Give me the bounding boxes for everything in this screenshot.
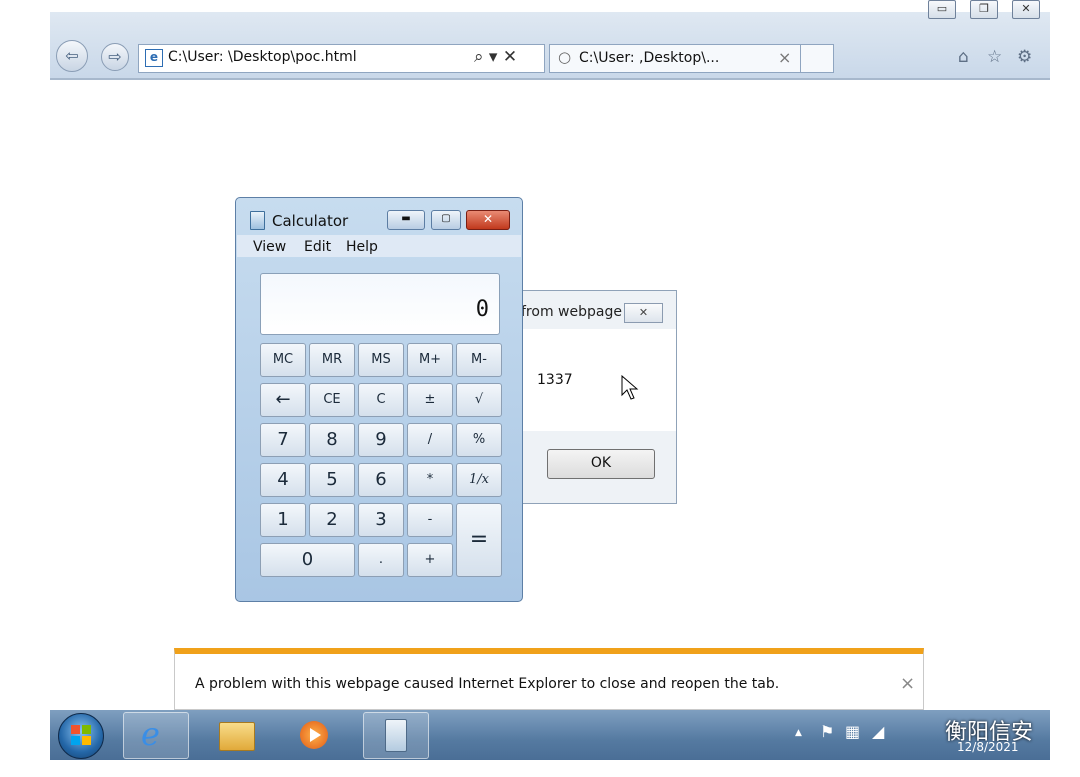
restore-button[interactable]: ❐ xyxy=(970,0,998,19)
ce-button[interactable]: CE xyxy=(309,383,355,417)
tab-active[interactable]: ○ C:\User: ,Desktop\... × xyxy=(549,44,801,73)
plus-minus-button[interactable]: ± xyxy=(407,383,453,417)
network-icon[interactable]: ▦ xyxy=(845,722,860,741)
digit-1-button[interactable]: 1 xyxy=(260,503,306,537)
toolbar-divider xyxy=(50,78,1050,80)
equals-button[interactable]: = xyxy=(456,503,502,577)
calculator-window: Calculator ▬ ▢ ✕ View Edit Help 0 MC MR … xyxy=(235,197,523,602)
digit-7-button[interactable]: 7 xyxy=(260,423,306,457)
plus-button[interactable]: + xyxy=(407,543,453,577)
mc-button[interactable]: MC xyxy=(260,343,306,377)
calculator-close-button[interactable]: ✕ xyxy=(466,210,510,230)
address-bar[interactable]: e C:\User: \Desktop\poc.html ⌕ ▾ ✕ xyxy=(138,44,545,73)
percent-button[interactable]: % xyxy=(456,423,502,457)
clock-date[interactable]: 12/8/2021 xyxy=(957,740,1019,754)
dialog-title: from webpage xyxy=(521,304,622,320)
forward-arrow-icon: ⇨ xyxy=(108,47,122,66)
digit-2-button[interactable]: 2 xyxy=(309,503,355,537)
loading-icon: ○ xyxy=(558,48,572,66)
restore-icon: ❐ xyxy=(979,2,989,15)
calculator-app-icon xyxy=(250,211,265,230)
tools-gear-icon[interactable]: ⚙ xyxy=(1017,47,1032,67)
close-icon: ✕ xyxy=(482,212,494,226)
display-value: 0 xyxy=(475,297,489,322)
tray-expand-arrow[interactable]: ▲ xyxy=(795,728,802,738)
menu-edit[interactable]: Edit xyxy=(304,239,331,255)
dialog-body: 1337 xyxy=(513,329,676,431)
maximize-icon: ▢ xyxy=(441,213,451,224)
minimize-icon: ▬ xyxy=(401,213,411,224)
close-window-button[interactable]: ✕ xyxy=(1012,0,1040,19)
digit-9-button[interactable]: 9 xyxy=(358,423,404,457)
digit-0-button[interactable]: 0 xyxy=(260,543,355,577)
message-dialog: from webpage ✕ 1337 OK xyxy=(512,290,677,504)
ok-button[interactable]: OK xyxy=(547,449,655,479)
new-tab-button[interactable] xyxy=(800,44,834,73)
internet-explorer-icon[interactable]: e xyxy=(123,712,189,759)
ms-button[interactable]: MS xyxy=(358,343,404,377)
calculator-display: 0 xyxy=(260,273,500,335)
calculator-menubar: View Edit Help xyxy=(237,235,521,257)
reciprocal-button[interactable]: 1/x xyxy=(456,463,502,497)
forward-button[interactable]: ⇨ xyxy=(101,43,129,71)
digit-8-button[interactable]: 8 xyxy=(309,423,355,457)
start-orb-icon[interactable] xyxy=(58,713,104,759)
m-plus-button[interactable]: M+ xyxy=(407,343,453,377)
page-icon: e xyxy=(145,49,163,67)
address-text: C:\User: \Desktop\poc.html xyxy=(168,49,357,65)
digit-5-button[interactable]: 5 xyxy=(309,463,355,497)
m-minus-button[interactable]: M- xyxy=(456,343,502,377)
tab-title: C:\User: ,Desktop\... xyxy=(579,50,720,66)
close-icon: ✕ xyxy=(1021,2,1031,15)
decimal-button[interactable]: . xyxy=(358,543,404,577)
back-button[interactable]: ⇦ xyxy=(56,40,88,72)
dialog-close-button[interactable]: ✕ xyxy=(624,303,663,323)
backspace-button[interactable]: ← xyxy=(260,383,306,417)
home-icon[interactable]: ⌂ xyxy=(958,47,969,67)
file-explorer-icon[interactable] xyxy=(203,712,267,757)
tab-close-button[interactable]: × xyxy=(778,48,791,67)
menu-view[interactable]: View xyxy=(253,239,286,255)
notification-bar: A problem with this webpage caused Inter… xyxy=(174,648,924,710)
minimize-button[interactable]: ▭ xyxy=(928,0,956,19)
multiply-button[interactable]: * xyxy=(407,463,453,497)
calculator-icon[interactable] xyxy=(363,712,429,759)
volume-icon[interactable]: ◢ xyxy=(872,722,884,741)
notification-text: A problem with this webpage caused Inter… xyxy=(195,676,780,692)
mr-button[interactable]: MR xyxy=(309,343,355,377)
calculator-title: Calculator xyxy=(272,212,349,230)
dialog-message: 1337 xyxy=(537,372,573,388)
action-center-flag-icon[interactable]: ⚑ xyxy=(820,722,834,741)
calculator-maximize-button[interactable]: ▢ xyxy=(431,210,461,230)
minus-button[interactable]: - xyxy=(407,503,453,537)
digit-4-button[interactable]: 4 xyxy=(260,463,306,497)
digit-6-button[interactable]: 6 xyxy=(358,463,404,497)
minimize-icon: ▭ xyxy=(936,2,948,15)
favorites-star-icon[interactable]: ☆ xyxy=(987,47,1002,67)
c-button[interactable]: C xyxy=(358,383,404,417)
search-refresh-stop-controls[interactable]: ⌕ ▾ ✕ xyxy=(474,47,517,67)
media-player-icon[interactable] xyxy=(283,712,347,757)
back-arrow-icon: ⇦ xyxy=(65,46,79,65)
notification-close-button[interactable]: × xyxy=(900,673,915,694)
sqrt-button[interactable]: √ xyxy=(456,383,502,417)
divide-button[interactable]: / xyxy=(407,423,453,457)
calculator-minimize-button[interactable]: ▬ xyxy=(387,210,425,230)
taskbar: e ▲ ⚑ ▦ ◢ 衡阳信安 12/8/2021 xyxy=(50,710,1050,760)
menu-help[interactable]: Help xyxy=(346,239,378,255)
close-icon: ✕ xyxy=(638,306,649,319)
digit-3-button[interactable]: 3 xyxy=(358,503,404,537)
mouse-cursor-icon xyxy=(621,375,639,400)
